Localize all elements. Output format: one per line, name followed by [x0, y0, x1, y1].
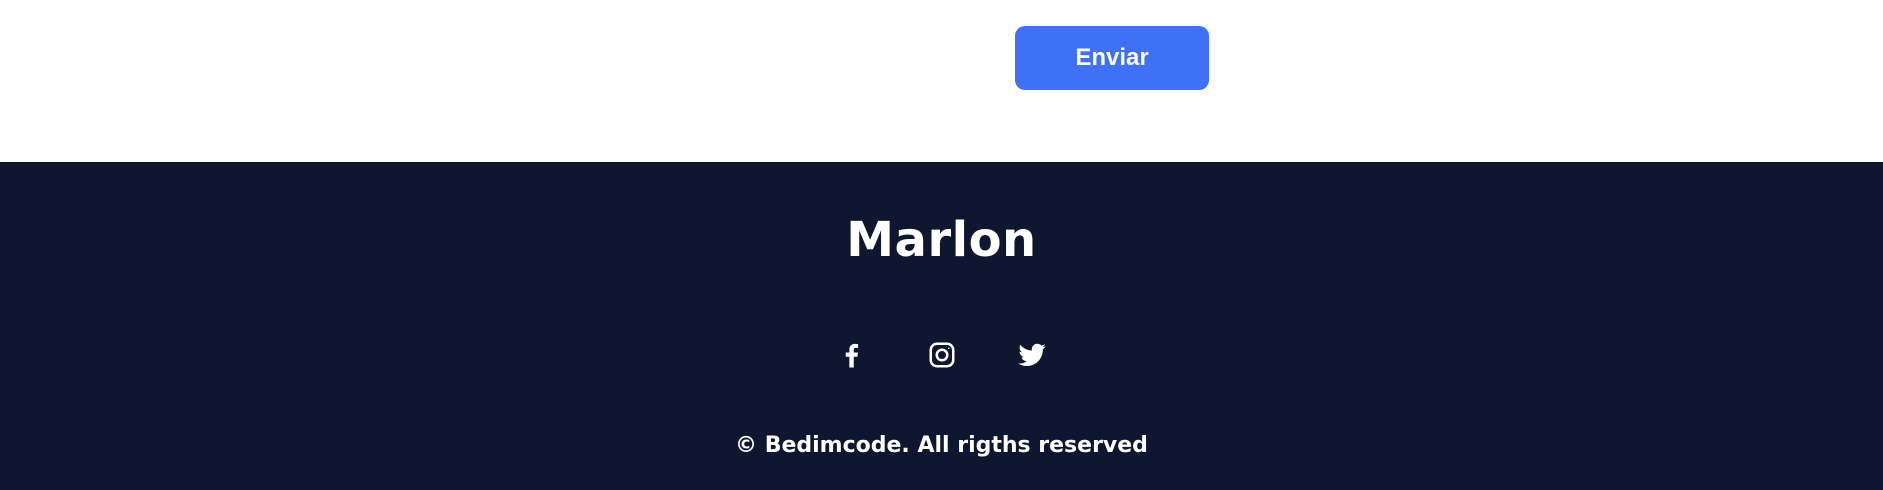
- copyright-text: © Bedimcode. All rigths reserved: [735, 433, 1148, 458]
- send-button[interactable]: Enviar: [1015, 26, 1209, 90]
- facebook-icon: [837, 340, 867, 370]
- facebook-link[interactable]: [836, 339, 868, 371]
- instagram-icon: [927, 340, 957, 370]
- instagram-link[interactable]: [926, 339, 958, 371]
- footer-title: Marlon: [846, 212, 1037, 268]
- contact-form-section: Enviar: [0, 0, 1883, 162]
- twitter-link[interactable]: [1016, 339, 1048, 371]
- social-links: [0, 337, 1883, 373]
- footer: Marlon © Bedimcode. All rigths reserved: [0, 162, 1883, 490]
- twitter-icon: [1017, 340, 1047, 370]
